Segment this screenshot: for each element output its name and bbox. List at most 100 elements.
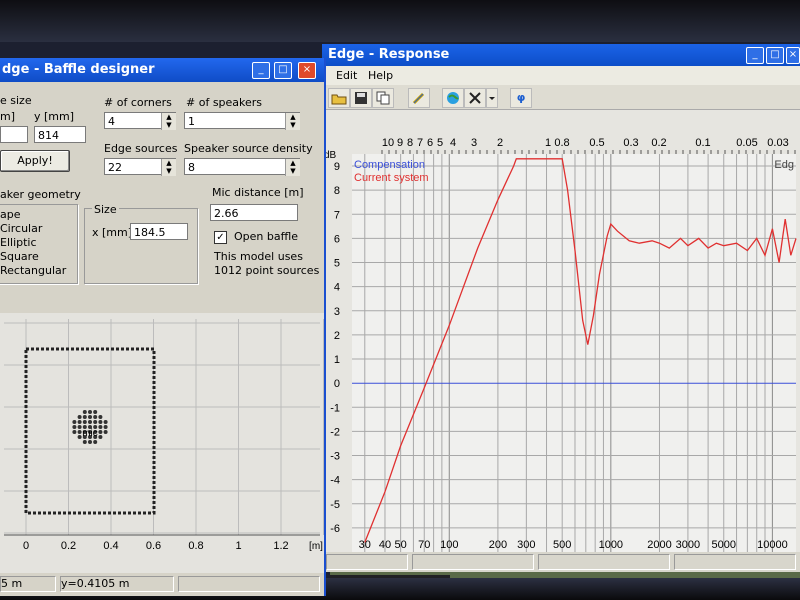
cross-tool-icon[interactable]: [464, 88, 486, 108]
baffle-titlebar[interactable]: dge - Baffle designer _ □ ×: [0, 58, 324, 82]
response-titlebar[interactable]: Edge - Response _ □ ×: [322, 44, 800, 66]
top-axis-label: 0.3: [623, 137, 638, 149]
save-icon[interactable]: [350, 88, 372, 108]
pen-icon[interactable]: [408, 88, 430, 108]
x-tick-label: 1000: [599, 539, 623, 551]
monitor-bezel-top: [0, 0, 800, 42]
baffle-x-tick-label: 0.6: [146, 540, 161, 552]
minimize-button[interactable]: _: [746, 47, 764, 64]
open-baffle-label[interactable]: Open baffle: [234, 230, 298, 243]
baffle-minimize-button[interactable]: _: [252, 62, 270, 79]
edge-sources-spinner[interactable]: ▲ ▼: [161, 159, 176, 176]
speaker-source-point: [82, 440, 87, 444]
baffle-x-tick-label: 0.4: [103, 540, 118, 552]
baffle-x-unit: [m]: [309, 541, 323, 552]
copy-icon[interactable]: [372, 88, 394, 108]
menu-bar: Edit Help: [322, 66, 800, 85]
baffle-close-button[interactable]: ×: [298, 62, 316, 79]
top-axis-label: 10: [382, 137, 394, 149]
speaker-source-point: [98, 435, 103, 439]
apply-button[interactable]: Apply!: [0, 150, 70, 172]
size-groupbox: [84, 208, 198, 284]
shape-option-rectangular[interactable]: Rectangular: [0, 264, 66, 277]
globe-icon[interactable]: [442, 88, 464, 108]
y-tick-label: -5: [330, 499, 340, 511]
speaker-source-point: [72, 430, 77, 434]
y-tick-label: -1: [330, 402, 340, 414]
response-plot-area[interactable]: 9 8 7 6 5 4 3 2 1 0 -1 -2 -3 -4 -5 -6 dB 30 40 50 70 100 200 30…: [322, 110, 800, 552]
speaker-source-point: [98, 415, 103, 419]
status-cell-2: [412, 554, 534, 570]
speakers-spinner[interactable]: ▲ ▼: [285, 113, 300, 130]
speaker-source-point: [98, 420, 103, 424]
top-axis-label: 7: [417, 137, 423, 149]
baffle-maximize-button[interactable]: □: [274, 62, 292, 79]
frequency-response-chart: 9876543210-1-2-3-4-5-6dB30 40 50 70 100 200 30…: [324, 137, 797, 552]
y-tick-label: 2: [334, 330, 340, 342]
open-baffle-checkbox[interactable]: ✓: [214, 231, 227, 244]
y-tick-label: 9: [334, 161, 340, 173]
top-axis-label: 0.8: [554, 137, 569, 149]
size-label: Size: [92, 203, 119, 216]
speaker-source-point: [82, 415, 87, 419]
model-info-line-1: This model uses: [214, 250, 303, 263]
size-x-field[interactable]: 184.5: [130, 223, 188, 240]
baffle-layout-canvas: mic 0 0.2 0.4 0.6 0.8 1 1.2 [m]: [4, 319, 324, 552]
y-tick-label: 5: [334, 258, 340, 270]
baffle-x-tick-label: 1.2: [273, 540, 288, 552]
top-axis-label: 2: [497, 137, 503, 149]
baffle-layout-plot[interactable]: mic 0 0.2 0.4 0.6 0.8 1 1.2 [m]: [0, 313, 324, 573]
legend-current-system: Current system: [354, 172, 429, 184]
x-tick-label: 2000: [647, 539, 671, 551]
status-x-text: 5 m: [1, 577, 23, 590]
top-axis-label: 0.2: [651, 137, 666, 149]
toolbar: φ: [322, 85, 800, 110]
maximize-button[interactable]: □: [766, 47, 784, 64]
x-unit-label: m]: [0, 110, 16, 123]
response-status-bar: [322, 552, 800, 572]
density-label: Speaker source density: [184, 142, 313, 155]
top-axis-label: 0.5: [589, 137, 604, 149]
speaker-source-point: [77, 435, 82, 439]
open-icon[interactable]: [328, 88, 350, 108]
x-size-field[interactable]: [0, 126, 28, 143]
density-field[interactable]: 8: [184, 158, 300, 175]
shape-option-square[interactable]: Square: [0, 250, 39, 263]
speaker-source-point: [72, 425, 77, 429]
density-spinner[interactable]: ▲ ▼: [285, 159, 300, 176]
y-tick-label: -2: [330, 426, 340, 438]
speaker-source-point: [77, 425, 82, 429]
y-tick-label: 8: [334, 185, 340, 197]
menu-edit[interactable]: Edit: [336, 69, 357, 82]
top-axis-label: 3: [471, 137, 477, 149]
x-tick-label: 200: [489, 539, 507, 551]
menu-help[interactable]: Help: [368, 69, 393, 82]
close-button[interactable]: ×: [786, 47, 800, 64]
y-size-field[interactable]: 814: [34, 126, 86, 143]
x-tick-label: 500: [553, 539, 571, 551]
y-tick-label: 1: [334, 354, 340, 366]
y-label: y [mm]: [34, 110, 75, 123]
dropdown-arrow-icon[interactable]: [486, 88, 498, 108]
speaker-source-point: [103, 425, 108, 429]
x-tick-label: 40: [379, 539, 391, 551]
speaker-source-point: [88, 410, 92, 414]
speaker-source-point: [93, 410, 98, 414]
speakers-field[interactable]: 1: [184, 112, 300, 129]
top-axis-label: 5: [437, 137, 443, 149]
baffle-x-tick-label: 0.8: [188, 540, 203, 552]
speaker-source-point: [103, 430, 108, 434]
corners-spinner[interactable]: ▲ ▼: [161, 113, 176, 130]
speaker-source-point: [77, 420, 82, 424]
shape-option-circular[interactable]: Circular: [0, 222, 42, 235]
top-axis-label: 0.05: [736, 137, 757, 149]
shape-option-elliptic[interactable]: Elliptic: [0, 236, 37, 249]
shape-label: ape: [0, 208, 21, 221]
geometry-label: aker geometry: [0, 188, 81, 201]
x-tick-label: 100: [440, 539, 458, 551]
speaker-source-point: [93, 440, 98, 444]
legend-compensation: Compensation: [354, 159, 425, 171]
mic-distance-field[interactable]: 2.66: [210, 204, 298, 221]
plot-background: [352, 154, 796, 552]
phase-icon[interactable]: φ: [510, 88, 532, 108]
